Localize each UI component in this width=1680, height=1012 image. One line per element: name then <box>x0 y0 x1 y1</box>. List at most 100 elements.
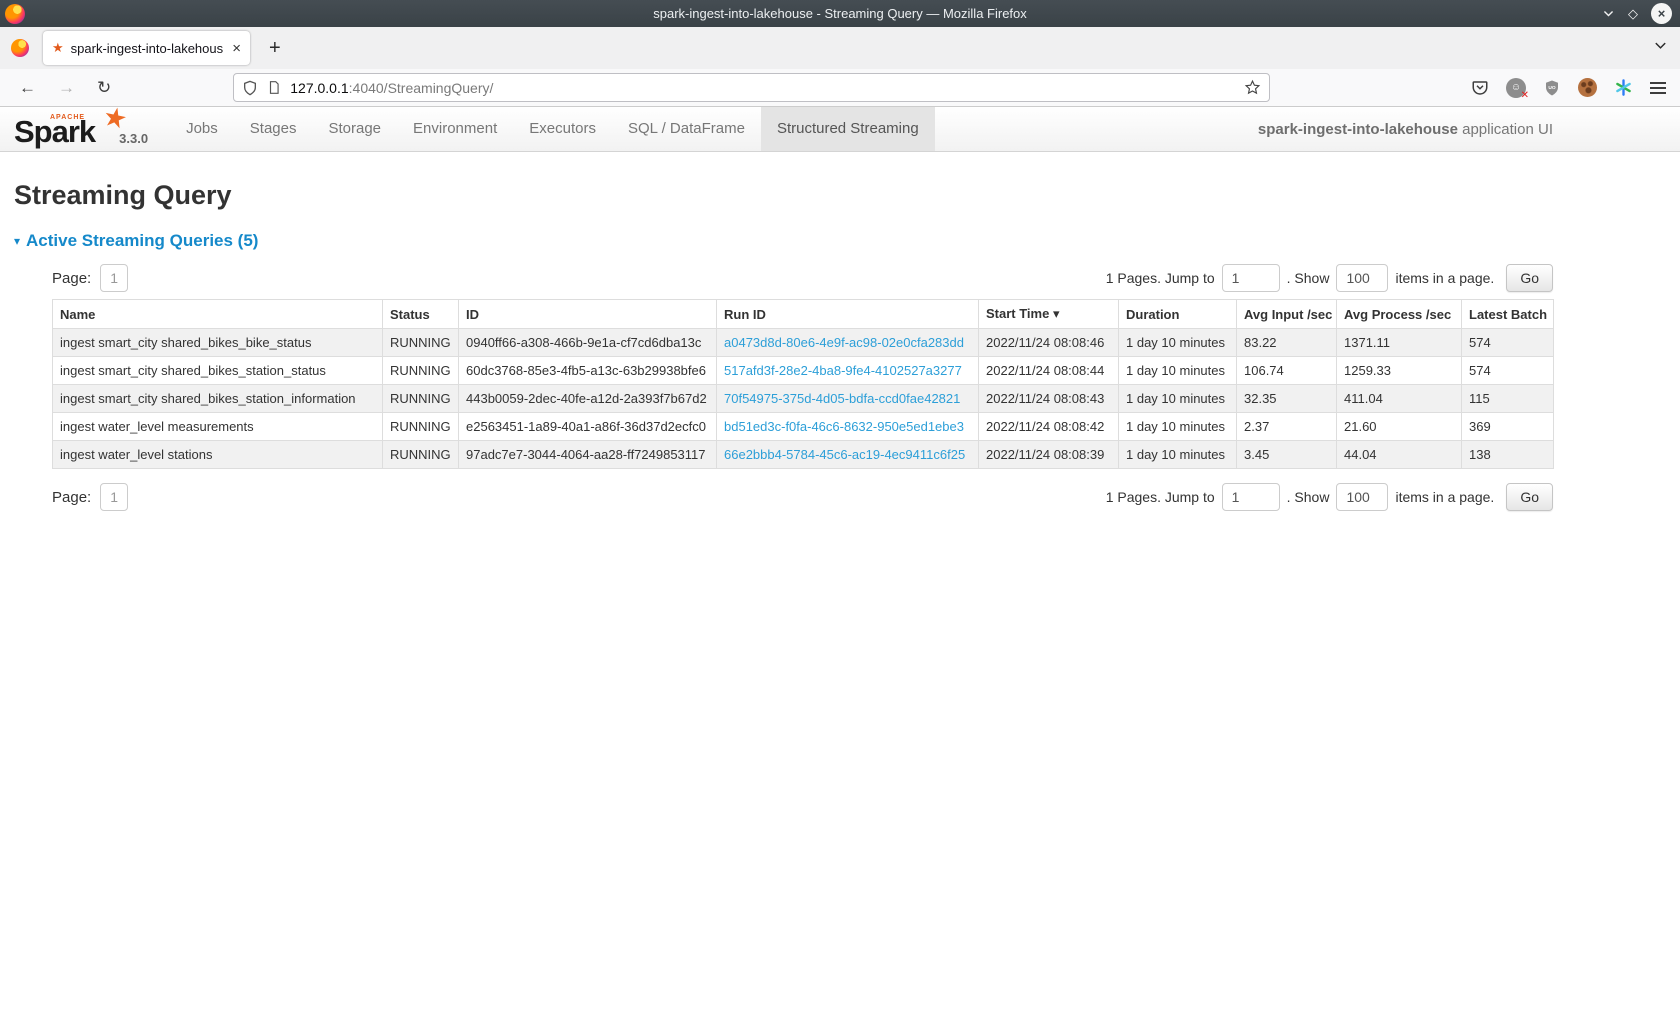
privacy-extension-icon[interactable]: ☺ ✕ <box>1506 78 1526 98</box>
cell-start-time: 2022/11/24 08:08:44 <box>979 357 1119 385</box>
show-label: . Show <box>1287 270 1330 286</box>
spark-logo[interactable]: APACHE Spark ★ 3.3.0 <box>0 107 158 151</box>
show-label: . Show <box>1287 489 1330 505</box>
items-per-page-input[interactable] <box>1336 483 1388 511</box>
url-text: 127.0.0.1:4040/StreamingQuery/ <box>290 80 1244 96</box>
firefox-app-icon[interactable] <box>11 39 29 57</box>
minimize-button[interactable] <box>1602 7 1615 20</box>
table-row: ingest smart_city shared_bikes_station_i… <box>53 385 1554 413</box>
section-title: Active Streaming Queries (5) <box>26 231 258 251</box>
new-tab-button[interactable]: + <box>263 37 287 60</box>
pages-summary: 1 Pages. Jump to <box>1106 489 1215 505</box>
go-button[interactable]: Go <box>1506 264 1553 292</box>
run-id-link[interactable]: 66e2bbb4-5784-45c6-ac19-4ec9411c6f25 <box>724 447 965 462</box>
items-label: items in a page. <box>1395 270 1494 286</box>
close-button[interactable]: × <box>1651 3 1672 24</box>
navigation-toolbar: ← → ↻ 127.0.0.1:4040/StreamingQuery/ ☺ ✕… <box>0 69 1680 107</box>
ublock-origin-icon[interactable]: UO <box>1543 79 1561 97</box>
run-id-link[interactable]: a0473d8d-80e6-4e9f-ac98-02e0cfa283dd <box>724 335 964 350</box>
items-per-page-input[interactable] <box>1336 264 1388 292</box>
nav-tab-jobs[interactable]: Jobs <box>170 107 234 151</box>
column-header[interactable]: Latest Batch <box>1462 300 1554 329</box>
column-header[interactable]: Name <box>53 300 383 329</box>
nav-tab-environment[interactable]: Environment <box>397 107 513 151</box>
run-id-link[interactable]: 70f54975-375d-4d05-bdfa-ccd0fae42821 <box>724 391 960 406</box>
spark-star-icon: ★ <box>100 103 129 134</box>
forward-button[interactable]: → <box>49 78 84 98</box>
spark-nav: Jobs Stages Storage Environment Executor… <box>170 107 935 151</box>
go-button[interactable]: Go <box>1506 483 1553 511</box>
cell-status: RUNNING <box>383 329 459 357</box>
url-bar[interactable]: 127.0.0.1:4040/StreamingQuery/ <box>233 73 1270 102</box>
cell-query-name: ingest smart_city shared_bikes_station_i… <box>53 385 383 413</box>
cell-run-id: 517afd3f-28e2-4ba8-9fe4-4102527a3277 <box>717 357 979 385</box>
cell-duration: 1 day 10 minutes <box>1119 441 1237 469</box>
column-header[interactable]: Run ID <box>717 300 979 329</box>
window-titlebar: spark-ingest-into-lakehouse - Streaming … <box>0 0 1680 27</box>
cell-status: RUNNING <box>383 357 459 385</box>
page-label: Page: <box>52 489 91 506</box>
cell-start-time: 2022/11/24 08:08:42 <box>979 413 1119 441</box>
cell-run-id: 66e2bbb4-5784-45c6-ac19-4ec9411c6f25 <box>717 441 979 469</box>
page-info-icon[interactable] <box>267 80 281 95</box>
cookie-extension-icon[interactable] <box>1578 78 1597 97</box>
run-id-link[interactable]: bd51ed3c-f0fa-46c6-8632-950e5ed1ebe3 <box>724 419 964 434</box>
column-header[interactable]: Avg Input /sec <box>1237 300 1337 329</box>
column-header[interactable]: Start Time ▾ <box>979 300 1119 329</box>
table-row: ingest smart_city shared_bikes_bike_stat… <box>53 329 1554 357</box>
cell-start-time: 2022/11/24 08:08:46 <box>979 329 1119 357</box>
bookmark-star-icon[interactable] <box>1244 79 1261 96</box>
url-host: 127.0.0.1 <box>290 80 348 96</box>
nav-tab-stages[interactable]: Stages <box>234 107 313 151</box>
run-id-link[interactable]: 517afd3f-28e2-4ba8-9fe4-4102527a3277 <box>724 363 962 378</box>
maximize-button[interactable]: ◇ <box>1628 6 1638 22</box>
cell-duration: 1 day 10 minutes <box>1119 413 1237 441</box>
pages-summary: 1 Pages. Jump to <box>1106 270 1215 286</box>
menu-button[interactable] <box>1650 82 1666 94</box>
column-header[interactable]: Duration <box>1119 300 1237 329</box>
page-number-input[interactable] <box>100 483 128 511</box>
jump-to-input[interactable] <box>1222 483 1280 511</box>
cell-latest-batch: 369 <box>1462 413 1554 441</box>
cell-latest-batch: 574 <box>1462 329 1554 357</box>
cell-run-id: a0473d8d-80e6-4e9f-ac98-02e0cfa283dd <box>717 329 979 357</box>
close-tab-icon[interactable]: × <box>229 40 244 57</box>
cell-query-id: 60dc3768-85e3-4fb5-a13c-63b29938bfe6 <box>459 357 717 385</box>
cell-status: RUNNING <box>383 413 459 441</box>
nav-tab-executors[interactable]: Executors <box>513 107 612 151</box>
cell-query-id: 0940ff66-a308-466b-9e1a-cf7cd6dba13c <box>459 329 717 357</box>
blocked-badge: ✕ <box>1521 90 1529 101</box>
table-row: ingest water_level stations RUNNING 97ad… <box>53 441 1554 469</box>
column-header[interactable]: Avg Process /sec <box>1337 300 1462 329</box>
reload-button[interactable]: ↻ <box>88 78 120 98</box>
column-header[interactable]: Status <box>383 300 459 329</box>
asterisk-extension-icon[interactable] <box>1614 78 1633 97</box>
nav-tab-structured-streaming[interactable]: Structured Streaming <box>761 107 935 151</box>
page-number-input[interactable] <box>100 264 128 292</box>
cell-query-name: ingest water_level stations <box>53 441 383 469</box>
nav-tab-storage[interactable]: Storage <box>312 107 397 151</box>
cell-status: RUNNING <box>383 441 459 469</box>
cell-latest-batch: 574 <box>1462 357 1554 385</box>
list-tabs-button[interactable] <box>1653 38 1668 58</box>
application-suffix: application UI <box>1458 121 1553 138</box>
jump-to-input[interactable] <box>1222 264 1280 292</box>
shield-permissions-icon[interactable] <box>242 80 258 96</box>
tab-title: spark-ingest-into-lakehous <box>71 41 230 56</box>
active-queries-section-toggle[interactable]: ▾ Active Streaming Queries (5) <box>14 231 1680 251</box>
pocket-icon[interactable] <box>1471 79 1489 97</box>
cell-avg-process: 411.04 <box>1337 385 1462 413</box>
nav-tab-sql-dataframe[interactable]: SQL / DataFrame <box>612 107 761 151</box>
back-button[interactable]: ← <box>10 78 45 98</box>
cell-status: RUNNING <box>383 385 459 413</box>
browser-tab[interactable]: ★ spark-ingest-into-lakehous × <box>43 31 250 65</box>
table-row: ingest smart_city shared_bikes_station_s… <box>53 357 1554 385</box>
application-name: spark-ingest-into-lakehouse <box>1258 121 1458 138</box>
cell-duration: 1 day 10 minutes <box>1119 329 1237 357</box>
table-row: ingest water_level measurements RUNNING … <box>53 413 1554 441</box>
column-header[interactable]: ID <box>459 300 717 329</box>
spark-navbar: APACHE Spark ★ 3.3.0 Jobs Stages Storage… <box>0 107 1680 152</box>
pagination-bottom: Page: 1 Pages. Jump to . Show items in a… <box>52 483 1553 511</box>
cell-query-name: ingest smart_city shared_bikes_station_s… <box>53 357 383 385</box>
window-title: spark-ingest-into-lakehouse - Streaming … <box>0 6 1680 21</box>
